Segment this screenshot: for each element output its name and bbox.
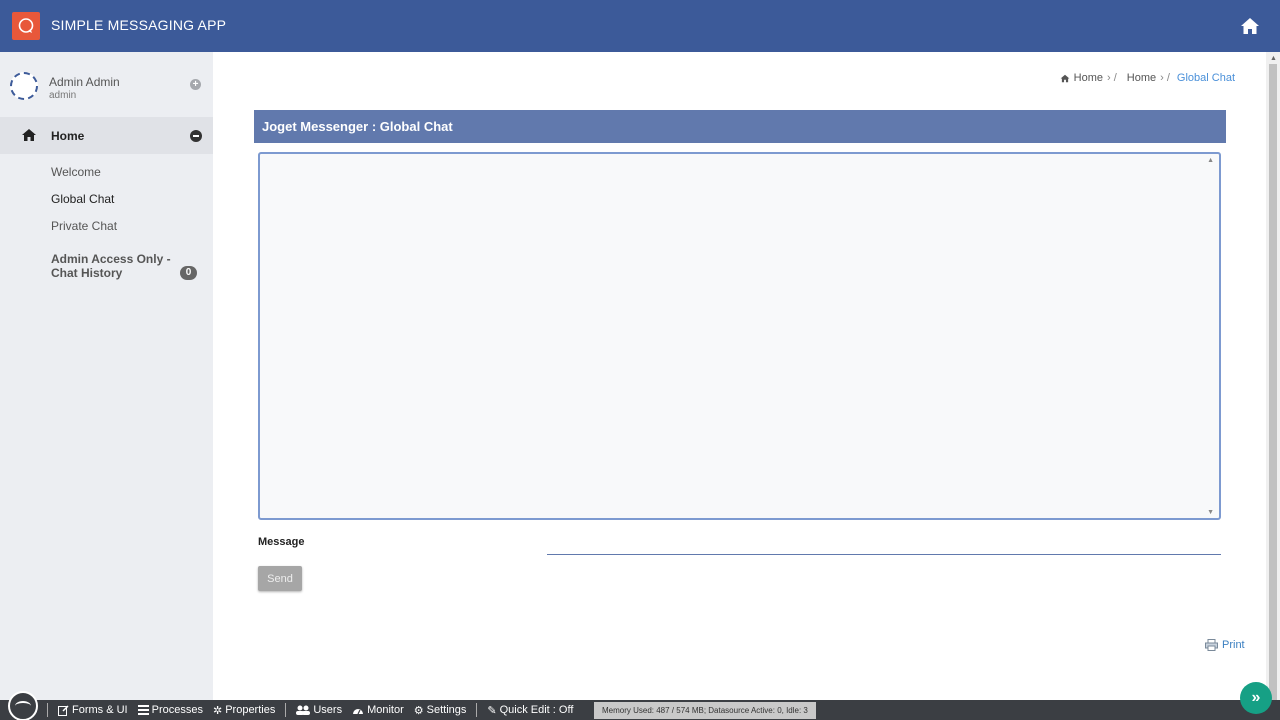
print-icon — [1205, 639, 1218, 651]
scroll-up-icon[interactable]: ▲ — [1270, 55, 1277, 62]
admin-processes[interactable]: Processes — [137, 704, 203, 716]
home-icon — [1060, 74, 1070, 82]
admin-monitor[interactable]: Monitor — [352, 704, 404, 716]
list-icon — [137, 705, 149, 715]
admin-item-label: Settings — [426, 704, 467, 716]
home-button[interactable] — [1234, 11, 1266, 41]
breadcrumb-link-home[interactable]: Home — [1074, 72, 1103, 84]
home-icon — [1241, 18, 1259, 34]
home-icon — [22, 129, 36, 141]
message-label: Message — [258, 536, 305, 548]
sidebar-item-chat-history[interactable]: Admin Access Only - Chat History — [51, 252, 191, 280]
admin-item-label: Forms & UI — [72, 704, 128, 716]
expand-double-chevron-icon[interactable]: » — [1240, 682, 1272, 714]
breadcrumb-separator: › / — [1107, 72, 1117, 84]
sidebar-item-global-chat[interactable]: Global Chat — [51, 192, 114, 206]
divider — [285, 703, 287, 717]
user-name: Admin Admin — [49, 75, 120, 89]
admin-item-label: Monitor — [367, 704, 404, 716]
gears-icon: ⚙ — [413, 704, 424, 717]
scroll-up-icon[interactable]: ▲ — [1207, 157, 1214, 164]
users-icon — [296, 705, 311, 715]
admin-forms-ui[interactable]: Forms & UI — [58, 704, 128, 716]
chat-messages-area[interactable]: ▲ ▼ — [258, 152, 1221, 520]
divider — [47, 703, 48, 717]
sidebar-item-label: Home — [51, 129, 85, 143]
sidebar-item-home[interactable]: Home — [0, 117, 213, 154]
sidebar-item-private-chat[interactable]: Private Chat — [51, 219, 117, 233]
top-header: SIMPLE MESSAGING APP — [0, 0, 1280, 52]
message-input[interactable] — [547, 536, 1221, 555]
page-scrollbar[interactable]: ▲ — [1266, 52, 1280, 712]
count-badge: 0 — [180, 266, 197, 280]
user-menu-toggle-icon[interactable]: + — [190, 79, 201, 90]
print-label: Print — [1222, 639, 1245, 651]
divider — [476, 703, 478, 717]
app-title[interactable]: SIMPLE MESSAGING APP — [51, 17, 226, 33]
admin-item-label: Processes — [151, 704, 203, 716]
admin-item-label: Properties — [225, 704, 276, 716]
admin-item-label: Quick Edit : Off — [499, 704, 574, 716]
pencil-icon: ✎ — [487, 704, 497, 717]
breadcrumb: Home › / Home › / Global Chat — [1060, 72, 1235, 84]
admin-item-label: Users — [313, 704, 343, 716]
memory-status: Memory Used: 487 / 574 MB; Datasource Ac… — [594, 702, 816, 719]
joget-logo-icon[interactable] — [8, 691, 38, 720]
admin-settings[interactable]: ⚙ Settings — [414, 704, 467, 717]
edit-icon — [58, 704, 69, 716]
admin-bar: Forms & UI Processes ✲ Properties Users … — [0, 691, 1280, 720]
sidebar: Admin Admin admin + Home Welcome Global … — [0, 52, 213, 700]
breadcrumb-link-home-2[interactable]: Home — [1127, 72, 1156, 84]
user-profile: Admin Admin admin + — [0, 52, 213, 116]
scrollbar-thumb[interactable] — [1269, 64, 1277, 712]
page-title: Joget Messenger : Global Chat — [254, 110, 1226, 143]
app-logo[interactable] — [12, 12, 40, 40]
print-link[interactable]: Print — [1205, 639, 1245, 651]
user-login: admin — [49, 90, 77, 101]
scroll-down-icon[interactable]: ▼ — [1207, 509, 1214, 516]
send-button[interactable]: Send — [258, 566, 302, 591]
dashboard-icon — [353, 708, 364, 714]
chat-bubble-icon — [18, 18, 34, 33]
admin-quick-edit[interactable]: ✎ Quick Edit : Off — [487, 704, 573, 717]
collapse-icon[interactable] — [190, 130, 202, 142]
avatar[interactable] — [10, 72, 38, 100]
breadcrumb-current: Global Chat — [1176, 72, 1235, 84]
gear-icon: ✲ — [212, 704, 223, 717]
admin-users[interactable]: Users — [296, 704, 342, 716]
admin-properties[interactable]: ✲ Properties — [213, 704, 275, 717]
admin-bar-menu: Forms & UI Processes ✲ Properties Users … — [47, 703, 573, 717]
breadcrumb-separator: › / — [1160, 72, 1170, 84]
sidebar-item-welcome[interactable]: Welcome — [51, 165, 101, 179]
